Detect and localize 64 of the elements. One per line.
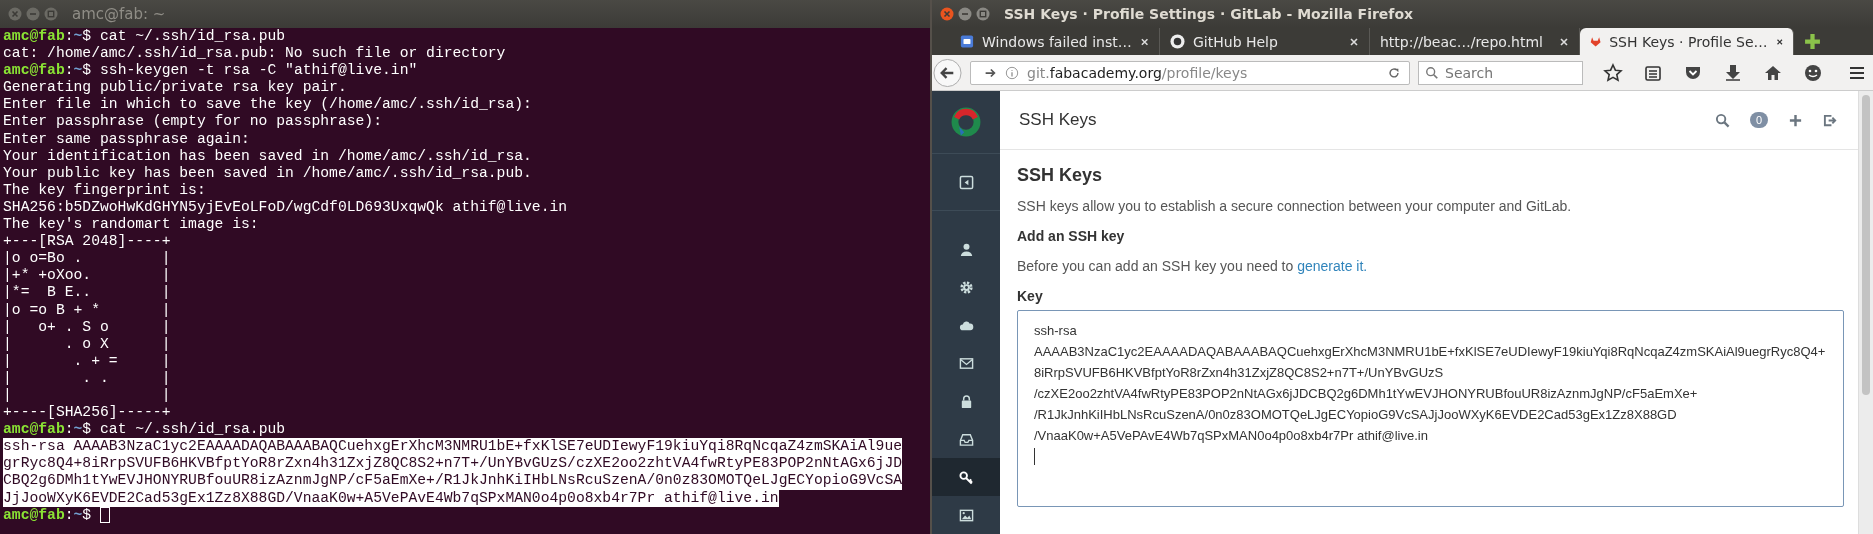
sidebar-item[interactable] — [932, 458, 1000, 496]
close-icon[interactable] — [1559, 36, 1569, 47]
logo-icon[interactable] — [949, 105, 983, 139]
terminal-line: | . + = | — [3, 352, 171, 370]
terminal-line: | . . | — [3, 369, 171, 387]
subheading: Add an SSH key — [1017, 228, 1126, 244]
image-icon — [958, 507, 974, 523]
terminal-line: Your public key has been saved in /home/amc/.ssh/id_rsa.pub. — [3, 164, 532, 182]
minimize-icon[interactable] — [958, 7, 972, 21]
terminal-line: |*= B E.. | — [3, 284, 171, 302]
reload-icon[interactable] — [1387, 65, 1401, 80]
terminal-line: SHA256:b5DZwoHwKdGHYN5yjEvEoLFoD/wgCdf0LD693UxqwQk athif@live.in — [3, 198, 568, 217]
terminal-line: cat: /home/amc/.ssh/id_rsa.pub: No such file or directory — [3, 45, 506, 63]
terminal-line: Generating public/private rsa key pair. — [3, 79, 347, 97]
terminal-line: | | — [3, 386, 171, 405]
description-text: SSH keys allow you to establish a secure connection between your computer and GitLab. — [1017, 198, 1573, 214]
terminal-line: |+* +oXoo. | — [3, 267, 171, 285]
terminal-line: Enter passphrase (empty for no passphrase): — [3, 113, 382, 131]
back-icon[interactable] — [933, 57, 962, 88]
browser-tab[interactable]: SSH Keys · Profile Se… — [1580, 28, 1794, 55]
user-icon — [958, 241, 974, 257]
terminal-line: |o =o B + * | — [3, 301, 171, 319]
terminal-line: amc@fab:~$ cat ~/.ssh/id_rsa.pub — [3, 421, 286, 439]
terminal-line: Enter file in which to save the key (/home/amc/.ssh/id_rsa): — [3, 96, 532, 114]
info-icon[interactable] — [1005, 65, 1019, 80]
key-label: Key — [1017, 288, 1044, 304]
smiley-icon[interactable] — [1803, 62, 1823, 83]
terminal-line: Your identification has been saved in /home/amc/.ssh/id_rsa. — [3, 147, 532, 165]
search-icon[interactable] — [1714, 112, 1730, 128]
terminal-line: The key fingerprint is: — [3, 181, 206, 199]
terminal-line: The key's randomart image is: — [3, 216, 259, 234]
window-title: amc@fab: ~ — [72, 5, 166, 23]
terminal-line: amc@fab:~$ cat ~/.ssh/id_rsa.pub — [3, 28, 286, 46]
download-icon[interactable] — [1723, 62, 1743, 83]
collapse-icon — [958, 174, 974, 190]
terminal-line: +---[RSA 2048]----+ — [3, 233, 171, 251]
star-icon[interactable] — [1603, 62, 1623, 83]
terminal-line: amc@fab:~$ ssh-keygen -t rsa -C "athif@live.in" — [3, 62, 418, 80]
envelope-icon — [958, 355, 974, 371]
key-input-field[interactable]: ssh-rsa AAAAB3NzaC1yc2EAAAADAQABAAABAQCuehxgErXhcM3NMRU1bE+fxKlSE7eUDIewyF19kiuYqi8RqNcqaZ4zmSKAiAl9uegrRyc8Q4+ 8iRrpSVUFB6HKVBfptYoR8rZxn4h31ZxjZ8QC8S2+n7T+/UnYBvGUzS /czXE2oo2zhtVA4fwRtyPE83POP2nNtAGx6jJDCBQ2g6DMh1tYwEVJHONYRUBfouUR8izAznmJgNP/cF5aEmXe+ /R1JkJnhKiIHbLNsRcuSzenA/0n0z83OMOTQeLJgECYopioG9VcSAJjJooWXyK6EVDE2Cad53gEx1Zz8X88GD /VnaaK0w+A5VePAvE4Wb7qSPxMAN0o4p0o8xb4r7Pr athif@live.in — [1017, 310, 1844, 507]
sign-out-icon[interactable] — [1823, 112, 1838, 128]
terminal-line: |o o=Bo . | — [3, 250, 171, 268]
page-title: SSH Keys — [1019, 110, 1097, 130]
section-heading: SSH Keys — [1017, 165, 1104, 186]
new-tab-icon[interactable] — [1804, 33, 1821, 50]
inbox-icon — [958, 431, 974, 447]
generate-link[interactable]: generate it. — [1297, 258, 1368, 274]
plus-icon[interactable] — [1788, 112, 1803, 128]
settings-icon — [958, 279, 974, 295]
scrollbar[interactable] — [1858, 91, 1873, 534]
search-field[interactable]: Search — [1418, 60, 1583, 85]
terminal-line: amc@fab:~$ — [3, 506, 110, 524]
close-icon[interactable] — [1139, 36, 1149, 47]
terminal-line: | o+ . S o | — [3, 318, 171, 336]
terminal-line: Enter same passphrase again: — [3, 130, 250, 148]
window-title: SSH Keys · Profile Settings · GitLab - Mozilla Firefox — [1004, 6, 1414, 22]
maximize-icon[interactable] — [976, 7, 990, 21]
terminal-line: +----[SHA256]-----+ — [3, 404, 171, 422]
close-icon[interactable] — [1349, 36, 1359, 47]
search-icon — [1425, 65, 1439, 80]
key-icon — [958, 469, 974, 485]
hint-text: Before you can add an SSH key you need to generate it. — [1017, 258, 1369, 274]
close-icon[interactable] — [1775, 36, 1783, 47]
terminal-line: | . o X | — [3, 335, 171, 353]
